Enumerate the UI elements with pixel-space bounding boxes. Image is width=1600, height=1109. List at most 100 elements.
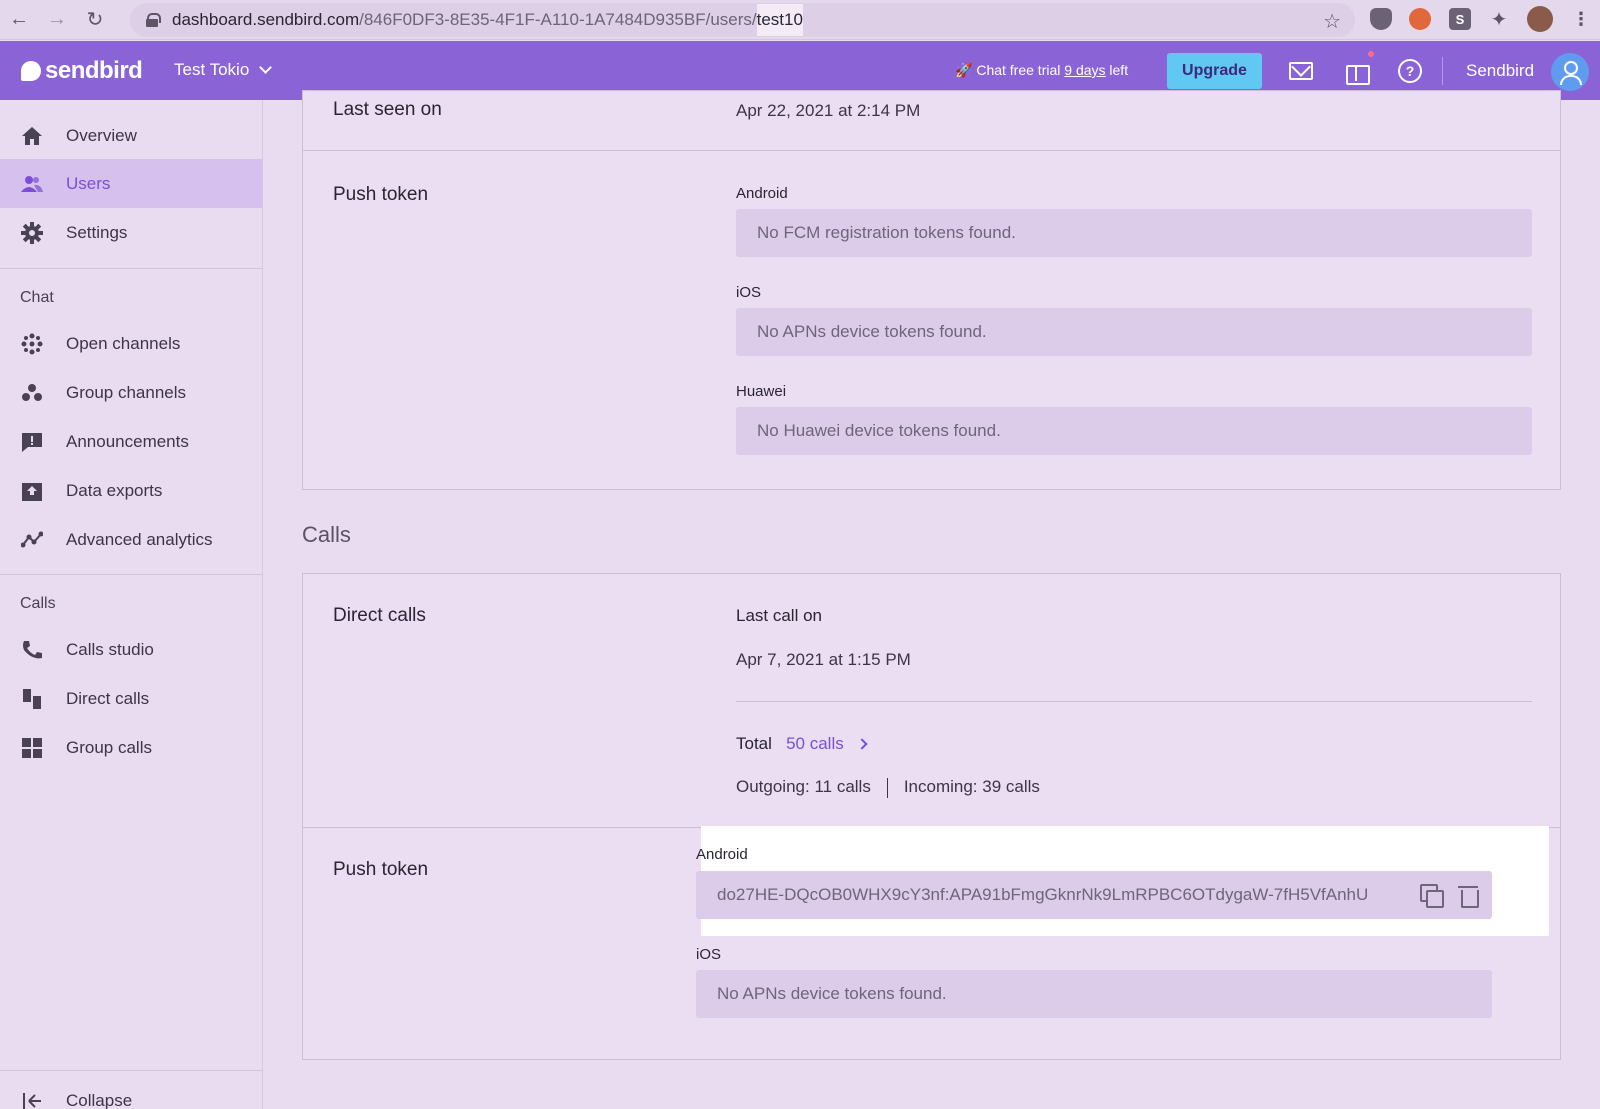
sidebar-item-data-exports[interactable]: Data exports [0, 466, 263, 515]
collapse-arrow-icon [23, 1093, 41, 1109]
org-name[interactable]: Sendbird [1466, 61, 1534, 81]
android-label: Android [736, 185, 788, 202]
profile-avatar-icon[interactable] [1527, 6, 1553, 32]
ios-token-value: No APNs device tokens found. [757, 322, 987, 341]
calls-android-token-value[interactable]: do27HE-DQcOB0WHX9cY3nf:APA91bFmgGknrNk9L… [717, 885, 1377, 905]
logo-mark-icon [21, 61, 41, 81]
gear-icon [21, 222, 43, 244]
phone-icon [23, 641, 42, 659]
address-bar[interactable]: dashboard.sendbird.com/846F0DF3-8E35-4F1… [130, 3, 1355, 37]
bookmark-star-icon[interactable]: ☆ [1323, 9, 1341, 34]
sidebar-group-chat: Chat [20, 289, 54, 306]
s-extension-icon[interactable]: S [1449, 8, 1471, 30]
sidebar-item-label: Open channels [66, 333, 181, 353]
open-channels-icon [21, 333, 43, 355]
app-switcher[interactable]: Test Tokio [174, 60, 273, 80]
chat-user-card: Last seen on Apr 22, 2021 at 2:14 PM Pus… [302, 90, 1561, 490]
gift-icon[interactable] [1345, 59, 1370, 85]
huawei-token-field: No Huawei device tokens found. [736, 407, 1532, 455]
sidebar-item-label: Calls studio [66, 639, 154, 659]
calls-android-label: Android [696, 846, 748, 863]
breakdown-separator [886, 777, 888, 798]
trial-suffix: left [1109, 62, 1129, 78]
android-token-field: No FCM registration tokens found. [736, 209, 1532, 257]
calls-android-token-field[interactable]: do27HE-DQcOB0WHX9cY3nf:APA91bFmgGknrNk9L… [696, 871, 1492, 919]
browser-menu-icon[interactable]: ⋮ [1570, 8, 1592, 30]
main-content: Last seen on Apr 22, 2021 at 2:14 PM Pus… [263, 90, 1600, 1109]
direct-calls-label: Direct calls [333, 605, 426, 626]
lifebuoy-extension-icon[interactable] [1409, 8, 1431, 30]
calls-section-title: Calls [302, 522, 351, 547]
sidebar-item-label: Settings [66, 222, 128, 242]
sendbird-logo[interactable]: sendbird [21, 57, 143, 85]
trash-icon[interactable] [1458, 884, 1479, 908]
group-channels-icon [22, 384, 42, 401]
sidebar-item-direct-calls[interactable]: Direct calls [0, 674, 263, 723]
ios-label: iOS [736, 284, 762, 301]
reload-icon[interactable]: ↻ [76, 0, 114, 40]
help-icon[interactable]: ? [1398, 59, 1422, 83]
collapse-label: Collapse [66, 1090, 133, 1109]
total-label: Total [736, 734, 772, 753]
card-divider [303, 150, 1560, 151]
token-actions [1420, 884, 1479, 908]
sidebar: Overview Users Settings Chat Open channe… [0, 100, 263, 1109]
app-name: Test Tokio [174, 60, 250, 79]
back-arrow-icon[interactable]: ← [0, 0, 38, 40]
total-calls-row: Total 50 calls [736, 734, 868, 754]
trial-days-link[interactable]: 9 days [1064, 62, 1105, 78]
logo-text: sendbird [45, 57, 143, 84]
huawei-token-value: No Huawei device tokens found. [757, 421, 1001, 440]
user-avatar-icon[interactable] [1551, 53, 1589, 91]
sidebar-item-open-channels[interactable]: Open channels [0, 319, 263, 368]
chevron-down-icon [259, 61, 273, 74]
sidebar-item-announcements[interactable]: Announcements [0, 417, 263, 466]
call-breakdown: Outgoing: 11 calls Incoming: 39 calls [736, 777, 1040, 798]
incoming-calls: Incoming: 39 calls [903, 777, 1040, 796]
chevron-right-icon[interactable] [856, 738, 868, 750]
copy-icon[interactable] [1420, 884, 1444, 908]
calls-ios-token-value: No APNs device tokens found. [717, 984, 947, 1003]
sidebar-item-settings[interactable]: Settings [0, 208, 263, 257]
sidebar-item-label: Overview [66, 125, 137, 145]
sidebar-item-label: Group calls [66, 737, 152, 757]
forward-arrow-icon[interactable]: → [38, 0, 76, 40]
trial-prefix: Chat free trial [976, 62, 1061, 78]
outgoing-calls: Outgoing: 11 calls [736, 777, 871, 796]
sidebar-item-group-calls[interactable]: Group calls [0, 723, 263, 772]
last-seen-value: Apr 22, 2021 at 2:14 PM [736, 101, 921, 120]
sidebar-item-label: Direct calls [66, 688, 150, 708]
sidebar-item-label: Group channels [66, 382, 187, 402]
rocket-icon: 🚀 [955, 62, 973, 78]
android-token-value: No FCM registration tokens found. [757, 223, 1016, 242]
url-highlight: test10 [756, 4, 803, 36]
sidebar-item-label: Advanced analytics [66, 529, 213, 549]
upgrade-button[interactable]: Upgrade [1167, 53, 1262, 89]
sidebar-item-group-channels[interactable]: Group channels [0, 368, 263, 417]
header-divider [1442, 57, 1443, 85]
sidebar-item-label: Data exports [66, 480, 163, 500]
puzzle-extension-icon[interactable]: ✦ [1488, 8, 1510, 31]
shield-extension-icon[interactable] [1370, 8, 1392, 30]
last-call-value: Apr 7, 2021 at 1:15 PM [736, 650, 911, 669]
ios-token-field: No APNs device tokens found. [736, 308, 1532, 356]
total-calls-link[interactable]: 50 calls [786, 734, 844, 753]
browser-toolbar: ← → ↻ dashboard.sendbird.com/846F0DF3-8E… [0, 0, 1600, 40]
calls-ios-label: iOS [696, 946, 722, 963]
sidebar-group-calls: Calls [20, 595, 56, 612]
sidebar-collapse[interactable]: Collapse [0, 1076, 263, 1109]
push-token-label: Push token [333, 184, 429, 205]
calls-push-token-label: Push token [333, 859, 429, 880]
mail-icon[interactable] [1289, 62, 1313, 80]
direct-calls-icon [23, 689, 41, 709]
last-call-label: Last call on [736, 606, 822, 625]
sidebar-item-advanced-analytics[interactable]: Advanced analytics [0, 515, 263, 564]
sidebar-item-label: Announcements [66, 431, 189, 451]
sidebar-divider [0, 1070, 263, 1071]
sidebar-item-users[interactable]: Users [0, 159, 263, 208]
calls-ios-token-field: No APNs device tokens found. [696, 970, 1492, 1018]
analytics-icon [21, 531, 43, 548]
sidebar-item-overview[interactable]: Overview [0, 111, 263, 160]
sidebar-item-calls-studio[interactable]: Calls studio [0, 625, 263, 674]
trial-notice: 🚀 Chat free trial 9 days left [955, 62, 1128, 79]
